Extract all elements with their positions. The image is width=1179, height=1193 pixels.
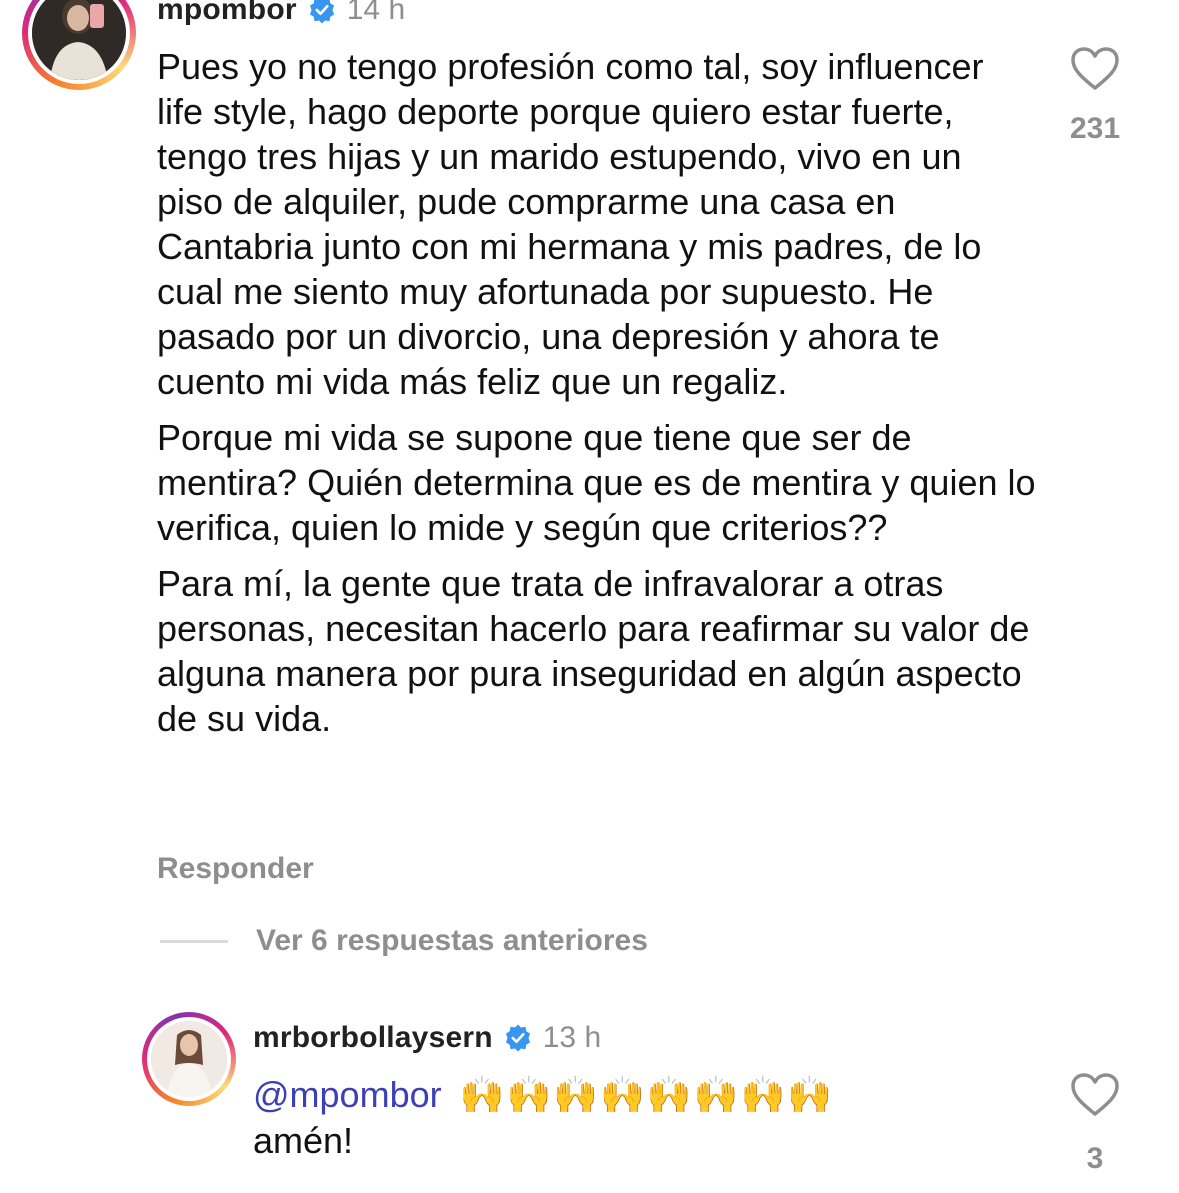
comment-paragraph: Porque mi vida se supone que tiene que s… — [157, 417, 1036, 548]
timestamp: 13 h — [542, 1021, 602, 1054]
mention-link[interactable]: @mpombor — [253, 1074, 442, 1115]
like-count: 3 — [1086, 1142, 1104, 1175]
comment-line: @mpombor 🙌🙌🙌🙌🙌🙌🙌🙌 — [253, 1072, 1013, 1118]
username[interactable]: mpombor — [157, 0, 297, 27]
heart-outline-icon[interactable] — [1070, 1072, 1120, 1118]
heart-outline-icon[interactable] — [1070, 46, 1120, 92]
divider-line — [160, 939, 228, 943]
comment-text: @mpombor 🙌🙌🙌🙌🙌🙌🙌🙌 amén! — [253, 1072, 1013, 1163]
raising-hands-emojis: 🙌🙌🙌🙌🙌🙌🙌🙌 — [459, 1075, 835, 1116]
comment-header: mrborbollaysern 13 h — [253, 1018, 601, 1058]
username[interactable]: mrborbollaysern — [253, 1021, 493, 1055]
comment-line-text: amén! — [253, 1120, 354, 1161]
reply-button[interactable]: Responder — [157, 852, 314, 886]
avatar-image — [151, 1021, 227, 1097]
story-ring[interactable] — [22, 0, 136, 90]
comment-header: mpombor 14 h — [157, 0, 405, 30]
view-replies-label[interactable]: Ver 6 respuestas anteriores — [256, 924, 648, 958]
comment-paragraph: Para mí, la gente que trata de infravalo… — [157, 563, 1030, 739]
timestamp: 14 h — [346, 0, 406, 26]
verified-badge-icon — [309, 0, 334, 24]
comment-paragraph: Pues yo no tengo profesión como tal, soy… — [157, 46, 984, 402]
avatar[interactable] — [151, 1021, 227, 1097]
verified-badge-icon — [505, 1024, 530, 1052]
view-previous-replies[interactable]: Ver 6 respuestas anteriores — [160, 924, 648, 958]
comment-text: Pues yo no tengo profesión como tal, soy… — [157, 44, 1037, 752]
like-count: 231 — [1069, 112, 1121, 145]
story-ring[interactable] — [142, 1012, 236, 1106]
